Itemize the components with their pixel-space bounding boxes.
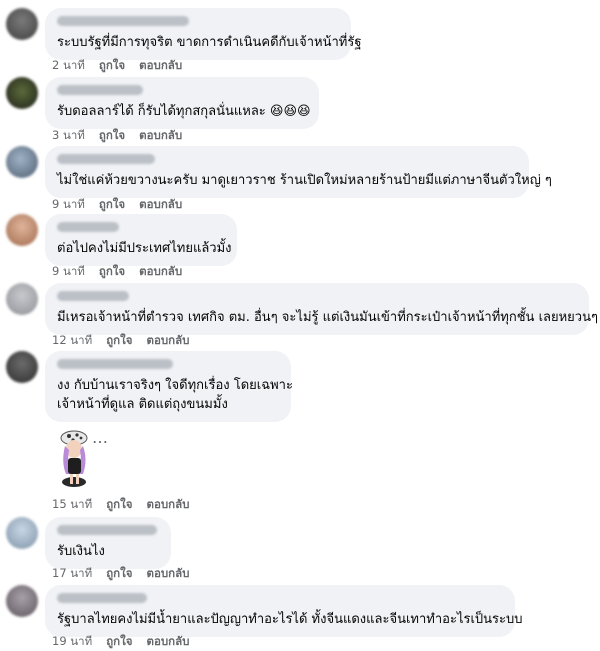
author-name-blurred[interactable] [57, 291, 129, 301]
avatar[interactable] [6, 517, 38, 549]
author-name-blurred[interactable] [57, 85, 143, 95]
author-name-blurred[interactable] [57, 525, 157, 535]
author-name-blurred[interactable] [57, 154, 155, 164]
comment-bubble: รัฐบาลไทยคงไม่มีน้ำยาและปัญญาทำอะไรได้ ท… [45, 585, 523, 637]
comment-bubble: ไม่ใช่แค่ห้วยขวางนะครับ มาดูเยาวราช ร้าน… [45, 146, 552, 198]
comment-actions: 15 นาที ถูกใจ ตอบกลับ [52, 496, 189, 514]
comment-bubble: รับเงินไง [45, 517, 171, 569]
reply-button[interactable]: ตอบกลับ [139, 196, 182, 214]
comment-actions: 12 นาที ถูกใจ ตอบกลับ [52, 332, 189, 350]
comment-bubble: ต่อไปคงไม่มีประเทศไทยแล้วมั้ง [45, 214, 237, 266]
like-button[interactable]: ถูกใจ [99, 57, 125, 75]
timestamp[interactable]: 15 นาที [52, 496, 92, 514]
comment-text: รับดอลลาร์ได้ ก็รับได้ทุกสกุลนั่นแหละ 😆😆… [57, 104, 311, 119]
comment-text: มีเหรอเจ้าหน้าที่ตำรวจ เทศกิจ ตม. อื่นๆ … [57, 310, 598, 325]
avatar[interactable] [6, 8, 38, 40]
comment-bubble: รับดอลลาร์ได้ ก็รับได้ทุกสกุลนั่นแหละ 😆😆… [45, 77, 319, 129]
like-button[interactable]: ถูกใจ [99, 263, 125, 281]
reply-button[interactable]: ตอบกลับ [146, 633, 189, 651]
comment-text: ไม่ใช่แค่ห้วยขวางนะครับ มาดูเยาวราช ร้าน… [57, 173, 552, 188]
comment-text-line-1: งง กับบ้านเราจริงๆ ใจดีทุกเรื่อง โดยเฉพา… [57, 378, 293, 393]
like-button[interactable]: ถูกใจ [106, 496, 132, 514]
comment-bubble: งง กับบ้านเราจริงๆ ใจดีทุกเรื่อง โดยเฉพา… [45, 351, 293, 422]
avatar[interactable] [6, 214, 38, 246]
timestamp[interactable]: 9 นาที [52, 263, 85, 281]
comment-actions: 19 นาที ถูกใจ ตอบกลับ [52, 633, 189, 651]
comment-text-line-2: เจ้าหน้าที่ดูแล ติดแต่ถุงขนมมั้ง [57, 397, 228, 412]
avatar[interactable] [6, 351, 38, 383]
comment-text: รับเงินไง [57, 544, 105, 559]
comment-actions: 9 นาที ถูกใจ ตอบกลับ [52, 196, 182, 214]
avatar[interactable] [6, 283, 38, 315]
timestamp[interactable]: 9 นาที [52, 196, 85, 214]
reply-button[interactable]: ตอบกลับ [146, 565, 189, 583]
comment-actions: 2 นาที ถูกใจ ตอบกลับ [52, 57, 182, 75]
more-options-icon[interactable]: … [92, 428, 109, 447]
author-name-blurred[interactable] [57, 359, 173, 369]
avatar[interactable] [6, 77, 38, 109]
timestamp[interactable]: 12 นาที [52, 332, 92, 350]
reply-button[interactable]: ตอบกลับ [139, 263, 182, 281]
timestamp[interactable]: 2 นาที [52, 57, 85, 75]
like-button[interactable]: ถูกใจ [106, 332, 132, 350]
comment-actions: 3 นาที ถูกใจ ตอบกลับ [52, 127, 182, 145]
comment-bubble: ระบบรัฐที่มีการทุจริต ขาดการดำเนินคดีกับ… [45, 8, 362, 60]
reply-button[interactable]: ตอบกลับ [139, 127, 182, 145]
avatar[interactable] [6, 146, 38, 178]
timestamp[interactable]: 19 นาที [52, 633, 92, 651]
reply-button[interactable]: ตอบกลับ [146, 332, 189, 350]
like-button[interactable]: ถูกใจ [106, 565, 132, 583]
like-button[interactable]: ถูกใจ [106, 633, 132, 651]
comment-text: ต่อไปคงไม่มีประเทศไทยแล้วมั้ง [57, 241, 232, 256]
comment-text: รัฐบาลไทยคงไม่มีน้ำยาและปัญญาทำอะไรได้ ท… [57, 612, 523, 627]
author-name-blurred[interactable] [57, 593, 147, 603]
comment-text: ระบบรัฐที่มีการทุจริต ขาดการดำเนินคดีกับ… [57, 35, 362, 50]
like-button[interactable]: ถูกใจ [99, 196, 125, 214]
timestamp[interactable]: 3 นาที [52, 127, 85, 145]
like-button[interactable]: ถูกใจ [99, 127, 125, 145]
comment-bubble: มีเหรอเจ้าหน้าที่ตำรวจ เทศกิจ ตม. อื่นๆ … [45, 283, 598, 335]
reply-button[interactable]: ตอบกลับ [146, 496, 189, 514]
timestamp[interactable]: 17 นาที [52, 565, 92, 583]
comment-actions: 9 นาที ถูกใจ ตอบกลับ [52, 263, 182, 281]
reply-button[interactable]: ตอบกลับ [139, 57, 182, 75]
avatar[interactable] [6, 585, 38, 617]
comment-actions: 17 นาที ถูกใจ ตอบกลับ [52, 565, 189, 583]
author-name-blurred[interactable] [57, 16, 189, 26]
author-name-blurred[interactable] [57, 222, 119, 232]
